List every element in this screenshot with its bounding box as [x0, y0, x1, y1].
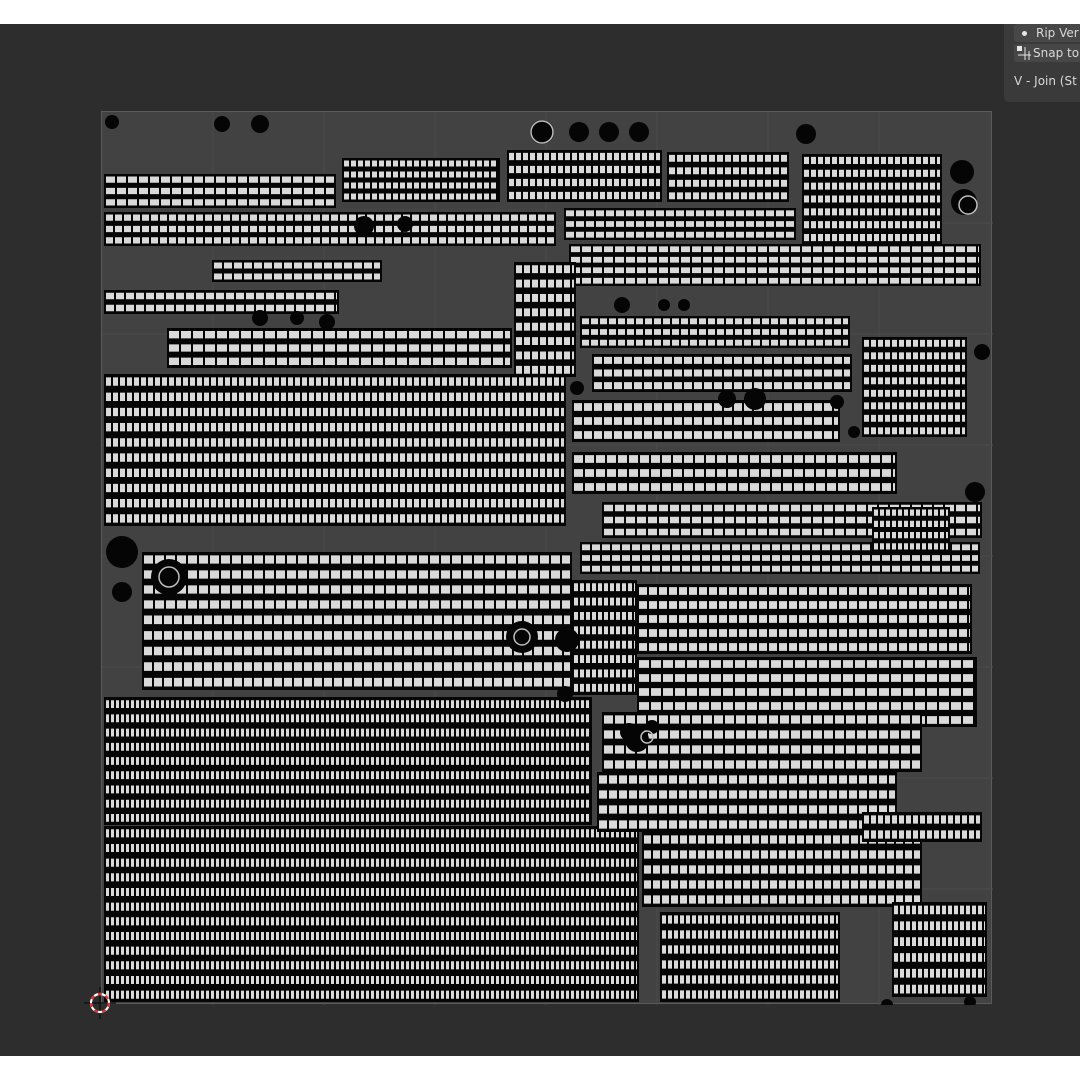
uv-island	[104, 826, 639, 1002]
uv-island-small	[569, 122, 589, 142]
operator-hint-panel: Rip Ver Snap to V - Join (St	[1004, 24, 1080, 102]
uv-island-small	[530, 120, 554, 144]
uv-island-small	[974, 344, 990, 360]
uv-island-small	[555, 628, 579, 652]
bullet-icon	[1022, 30, 1027, 36]
uv-island	[572, 580, 637, 695]
uv-island-small	[796, 124, 816, 144]
uv-island	[660, 912, 840, 1002]
uv-island-map	[102, 112, 993, 1005]
snap-icon	[1017, 46, 1031, 60]
uv-island-small	[290, 311, 304, 325]
uv-island-small	[214, 116, 230, 132]
uv-island-small	[744, 388, 766, 410]
uv-island-small	[848, 426, 860, 438]
snap-to-row[interactable]: Snap to	[1014, 44, 1080, 62]
rip-vertices-row[interactable]: Rip Ver	[1014, 24, 1080, 42]
uv-island-small	[645, 720, 659, 734]
uv-island-small	[718, 390, 736, 408]
uv-island-small	[319, 314, 335, 330]
rip-vertices-label: Rip Ver	[1036, 26, 1079, 40]
uv-island-small	[354, 216, 374, 236]
uv-island-small	[106, 536, 138, 568]
uv-island-small	[658, 299, 670, 311]
join-hint: V - Join (St	[1014, 74, 1077, 88]
uv-island-small	[678, 299, 690, 311]
2d-cursor-icon[interactable]	[84, 987, 116, 1019]
uv-island-small	[506, 621, 538, 653]
uv-editor-viewport[interactable]: Rip Ver Snap to V - Join (St	[0, 24, 1080, 1056]
uv-island-small	[112, 582, 132, 602]
uv-island-small	[251, 115, 269, 133]
uv-island-small	[614, 297, 630, 313]
uv-island-small	[950, 160, 974, 184]
uv-island-small	[397, 216, 413, 232]
uv-island-small	[570, 381, 584, 395]
uv-island-small	[830, 395, 844, 409]
uv-island	[862, 337, 967, 437]
uv-island-small	[965, 482, 985, 502]
uv-island-small	[557, 686, 573, 702]
uv-island	[892, 902, 987, 997]
uv-island-small	[951, 189, 977, 215]
uv-island-small	[964, 996, 976, 1005]
uv-island	[514, 262, 576, 377]
uv-island-small	[599, 122, 619, 142]
uv-island-small	[252, 310, 268, 326]
uv-island-small	[151, 559, 187, 595]
uv-island-small	[881, 999, 893, 1005]
uv-island-small	[105, 115, 119, 129]
uv-island-small	[629, 122, 649, 142]
uv-space[interactable]	[101, 111, 993, 1005]
snap-to-label: Snap to	[1033, 46, 1080, 60]
